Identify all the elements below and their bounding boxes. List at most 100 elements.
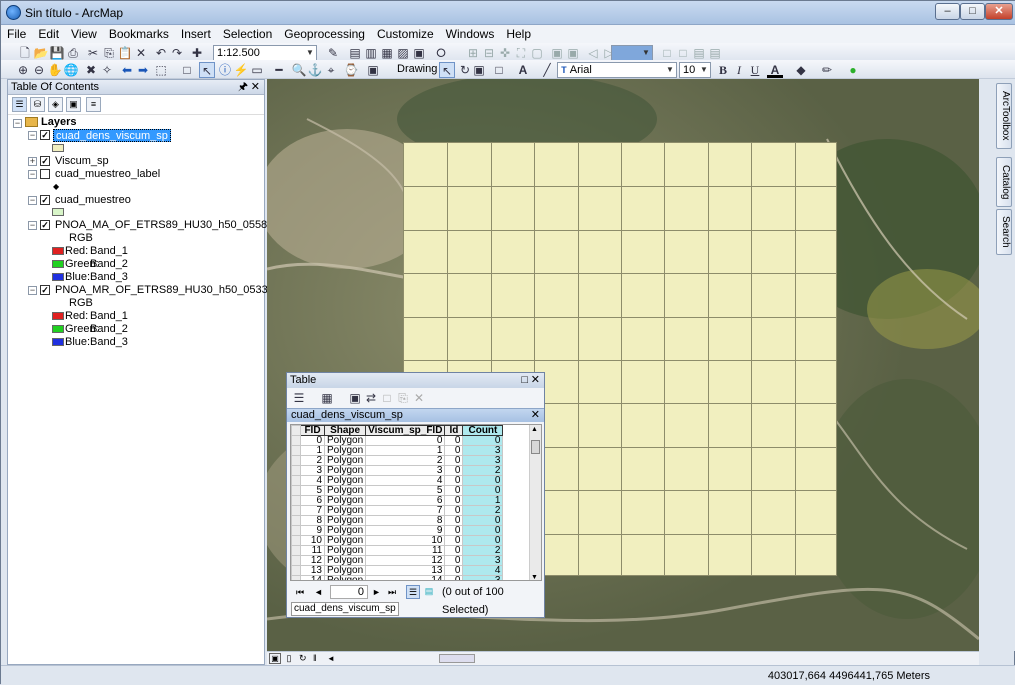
zoom-to-selected-icon[interactable]: ▣: [471, 62, 487, 78]
layout-full-icon[interactable]: ⛶: [513, 45, 529, 61]
row-selector[interactable]: [291, 575, 301, 580]
select-elements-draw-icon[interactable]: ↖: [439, 62, 455, 78]
font-color-icon[interactable]: A: [767, 62, 783, 78]
show-all-records-icon[interactable]: ☰: [406, 585, 420, 599]
menu-customize[interactable]: Customize: [371, 25, 440, 43]
menu-help[interactable]: Help: [500, 25, 537, 43]
menu-insert[interactable]: Insert: [175, 25, 217, 43]
cell-count[interactable]: 3: [462, 555, 504, 566]
cell-id[interactable]: 0: [444, 455, 464, 466]
bottom-table-tab[interactable]: cuad_dens_viscum_sp: [291, 602, 399, 616]
toc-layer-pnoa-ma[interactable]: PNOA_MA_OF_ETRS89_HU30_h50_0558.ecw: [55, 219, 290, 232]
cell-fid[interactable]: 13: [300, 565, 325, 576]
row-selector[interactable]: [291, 435, 301, 446]
point-symbol[interactable]: ◆: [53, 182, 59, 191]
switch-selection-icon[interactable]: ⇄: [363, 390, 379, 406]
layout-zoom-in-icon[interactable]: ⊞: [465, 45, 481, 61]
cell-shape[interactable]: Polygon: [323, 565, 367, 576]
cell-count[interactable]: 0: [462, 535, 504, 546]
fixed-zoom-in-icon[interactable]: ✖: [83, 62, 99, 78]
create-viewer-icon[interactable]: ▣: [365, 62, 381, 78]
cut-icon[interactable]: ✂: [85, 45, 101, 61]
cell-viscum-sp-fid[interactable]: 10: [365, 535, 446, 546]
cell-id[interactable]: 0: [444, 575, 464, 580]
cell-id[interactable]: 0: [444, 565, 464, 576]
layer-collapse-icon[interactable]: −: [28, 131, 37, 140]
list-by-source-icon[interactable]: ⛁: [30, 97, 45, 112]
row-selector[interactable]: [291, 525, 301, 536]
layout-fixed-zoom-out-icon[interactable]: ▣: [565, 45, 581, 61]
list-by-drawing-order-icon[interactable]: ☰: [12, 97, 27, 112]
undo-icon[interactable]: ↶: [153, 45, 169, 61]
table-row[interactable]: 0 Polygon 0 0 0: [291, 435, 504, 446]
row-selector[interactable]: [291, 465, 301, 476]
clear-selection-icon[interactable]: □: [179, 62, 195, 78]
cell-id[interactable]: 0: [444, 485, 464, 496]
table-row[interactable]: 10 Polygon 10 0 0: [291, 535, 504, 546]
add-data-icon[interactable]: ✚: [189, 45, 205, 61]
cell-viscum-sp-fid[interactable]: 3: [365, 465, 446, 476]
horizontal-scrollbar-thumb[interactable]: [439, 654, 475, 663]
hyperlink-icon[interactable]: ⚡: [233, 62, 249, 78]
text-icon[interactable]: A: [515, 62, 531, 78]
search-window-icon[interactable]: ▦: [379, 45, 395, 61]
layout-back-icon[interactable]: ◁: [585, 45, 601, 61]
scroll-left-icon[interactable]: ◄: [327, 654, 335, 663]
cell-shape[interactable]: Polygon: [323, 485, 367, 496]
cell-viscum-sp-fid[interactable]: 2: [365, 455, 446, 466]
cell-id[interactable]: 0: [444, 465, 464, 476]
cell-count[interactable]: 0: [462, 475, 504, 486]
layer-table-tab[interactable]: cuad_dens_viscum_sp ✕: [287, 408, 544, 422]
cell-count[interactable]: 0: [462, 525, 504, 536]
row-selector[interactable]: [291, 455, 301, 466]
cell-id[interactable]: 0: [444, 445, 464, 456]
search-tab[interactable]: Search: [996, 209, 1012, 255]
cell-id[interactable]: 0: [444, 535, 464, 546]
cell-id[interactable]: 0: [444, 555, 464, 566]
layer-checkbox[interactable]: ✓: [40, 195, 50, 205]
cell-id[interactable]: 0: [444, 545, 464, 556]
focus-frame-icon[interactable]: □: [675, 45, 691, 61]
cell-count[interactable]: 0: [462, 435, 504, 446]
close-tab-icon[interactable]: ✕: [531, 409, 540, 422]
full-extent-icon[interactable]: 🌐: [63, 62, 79, 78]
row-selector[interactable]: [291, 545, 301, 556]
editor-toolbar-icon[interactable]: ✎: [325, 45, 341, 61]
cell-fid[interactable]: 12: [300, 555, 325, 566]
html-popup-icon[interactable]: ▭: [249, 62, 265, 78]
toc-layer-viscum-sp[interactable]: Viscum_sp: [55, 155, 109, 168]
first-record-icon[interactable]: ⏮: [296, 583, 304, 601]
pan-icon[interactable]: ✋: [47, 62, 63, 78]
table-row[interactable]: 8 Polygon 8 0 0: [291, 515, 504, 526]
toggle-draft-icon[interactable]: □: [659, 45, 675, 61]
cell-viscum-sp-fid[interactable]: 4: [365, 475, 446, 486]
print-icon[interactable]: ⎙: [65, 45, 81, 61]
cell-fid[interactable]: 8: [300, 515, 325, 526]
layout-fixed-zoom-in-icon[interactable]: ▣: [549, 45, 565, 61]
cell-shape[interactable]: Polygon: [323, 545, 367, 556]
scroll-down-icon[interactable]: ▼: [531, 574, 538, 580]
save-icon[interactable]: 💾: [49, 45, 65, 61]
cell-viscum-sp-fid[interactable]: 1: [365, 445, 446, 456]
row-selector[interactable]: [291, 555, 301, 566]
cell-viscum-sp-fid[interactable]: 14: [365, 575, 446, 580]
cell-fid[interactable]: 14: [300, 575, 325, 580]
cell-fid[interactable]: 7: [300, 505, 325, 516]
layer-collapse-icon[interactable]: −: [28, 286, 37, 295]
layout-view-icon[interactable]: ▯: [283, 653, 295, 664]
cell-fid[interactable]: 1: [300, 445, 325, 456]
cell-count[interactable]: 1: [462, 495, 504, 506]
copy-icon[interactable]: ⎘: [101, 45, 117, 61]
line-color-icon[interactable]: ✏: [819, 62, 835, 78]
next-record-icon[interactable]: ►: [372, 583, 381, 601]
cell-viscum-sp-fid[interactable]: 13: [365, 565, 446, 576]
layer-checkbox[interactable]: ✓: [40, 156, 50, 166]
scroll-up-icon[interactable]: ▲: [531, 426, 538, 433]
measure-icon[interactable]: ━: [271, 62, 287, 78]
cell-shape[interactable]: Polygon: [323, 455, 367, 466]
toc-layer-pnoa-mr[interactable]: PNOA_MR_OF_ETRS89_HU30_h50_0533.ecw: [55, 284, 290, 297]
related-tables-icon[interactable]: ▦: [319, 390, 335, 406]
row-selector-header[interactable]: [291, 425, 301, 436]
bold-button[interactable]: B: [715, 62, 731, 78]
cell-viscum-sp-fid[interactable]: 11: [365, 545, 446, 556]
